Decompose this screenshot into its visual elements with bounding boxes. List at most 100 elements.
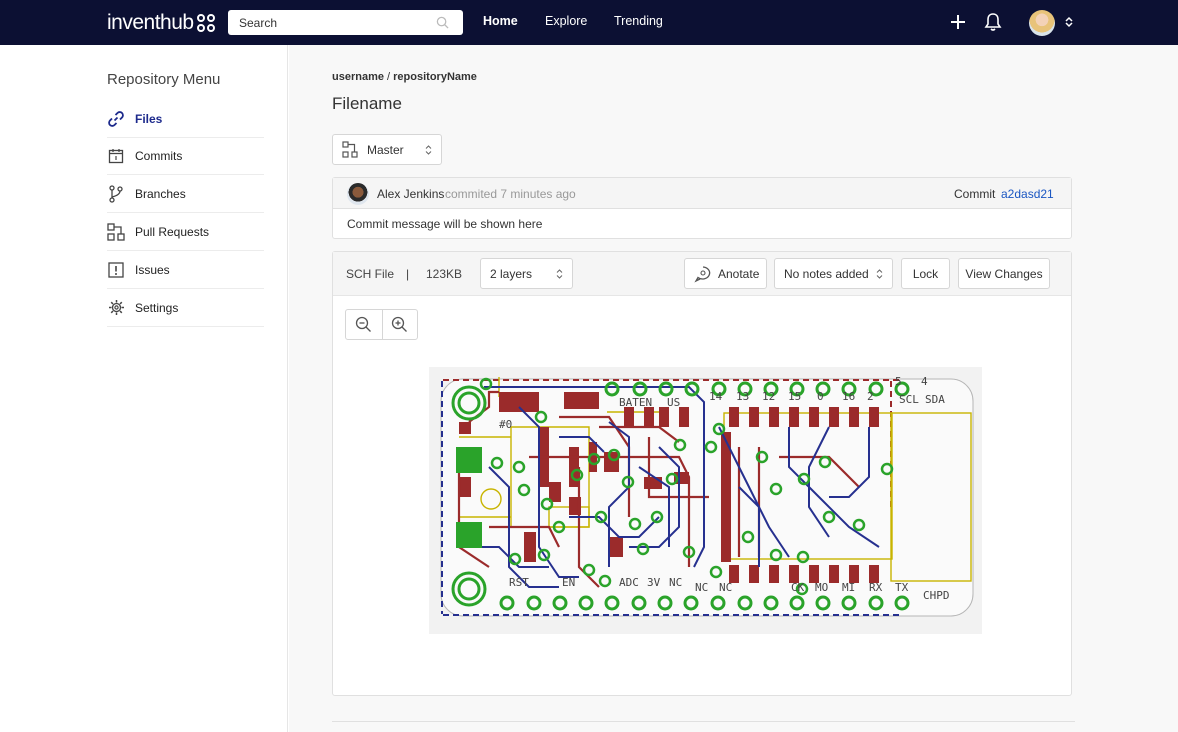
commit-info: Alex Jenkins commited 7 minutes ago Comm… xyxy=(332,177,1072,239)
caret-updown-icon xyxy=(425,145,432,155)
pcb-label-ck: CK xyxy=(791,581,805,594)
layers-label: 2 layers xyxy=(490,266,533,281)
search-box xyxy=(228,10,463,35)
notes-select[interactable]: No notes added xyxy=(774,258,893,289)
zoom-in-icon xyxy=(392,316,408,332)
notes-label: No notes added xyxy=(784,266,869,281)
zoom-in-button[interactable] xyxy=(381,310,418,339)
link-icon xyxy=(107,110,125,128)
pcb-label-0: 0 xyxy=(817,390,824,403)
branch-select[interactable]: Master xyxy=(332,134,442,165)
pcb-label-mi: MI xyxy=(842,581,855,594)
gear-icon xyxy=(107,299,125,317)
sidebar-item-commits[interactable]: Commits xyxy=(107,137,264,175)
sidebar-item-files[interactable]: Files xyxy=(107,100,264,138)
view-changes-label: View Changes xyxy=(965,266,1043,281)
commit-time: commited 7 minutes ago xyxy=(445,187,576,201)
logo-mark-icon xyxy=(196,14,215,32)
annotate-button[interactable]: Anotate xyxy=(684,258,767,289)
branch-label: Master xyxy=(367,142,404,157)
sidebar-item-label: Files xyxy=(135,111,163,126)
pcb-label-2: 2 xyxy=(867,390,874,403)
calendar-icon xyxy=(107,147,125,165)
pcb-label-nc2: NC xyxy=(695,581,708,594)
file-type: SCH File xyxy=(346,267,395,281)
sidebar-item-pull-requests[interactable]: Pull Requests xyxy=(107,213,264,251)
alert-icon xyxy=(107,261,125,279)
viewer-toolbar: SCH File | 123KB 2 layers Anotate No not… xyxy=(333,252,1071,296)
nav-link-home[interactable]: Home xyxy=(483,14,518,28)
commit-hash-link[interactable]: a2dasd21 xyxy=(1001,187,1054,201)
pcb-label-chpd: CHPD xyxy=(923,589,950,602)
bell-icon[interactable] xyxy=(984,12,1002,32)
view-changes-button[interactable]: View Changes xyxy=(958,258,1050,289)
pcb-label-scl: SCL xyxy=(899,393,919,406)
nav-link-explore[interactable]: Explore xyxy=(545,14,587,28)
lock-label: Lock xyxy=(912,266,939,281)
sidebar-title: Repository Menu xyxy=(107,71,221,88)
commit-header: Alex Jenkins commited 7 minutes ago Comm… xyxy=(333,178,1071,209)
avatar[interactable] xyxy=(347,183,369,205)
separator: | xyxy=(406,267,410,281)
pcb-schematic-image: #0 BATEN US 14 13 12 15 0 16 2 5 4 SCL S… xyxy=(429,367,982,634)
sidebar-item-label: Settings xyxy=(135,300,179,315)
svg-text:#0: #0 xyxy=(499,418,512,431)
sidebar-item-label: Pull Requests xyxy=(135,224,210,239)
pcb-label-15: 15 xyxy=(788,390,801,403)
pcb-label-3v: 3V xyxy=(647,576,661,589)
annotate-icon xyxy=(694,265,711,283)
pcb-label-mo: MO xyxy=(815,581,828,594)
pcb-label-en: EN xyxy=(562,576,575,589)
annotate-label: Anotate xyxy=(718,266,760,281)
commit-message: Commit message will be shown here xyxy=(347,217,543,231)
commit-author[interactable]: Alex Jenkins xyxy=(377,187,444,201)
layers-select[interactable]: 2 layers xyxy=(480,258,573,289)
caret-updown-icon xyxy=(556,269,563,279)
main-content: username / repositoryName Filename Maste… xyxy=(289,45,1178,732)
pcb-label-adc: ADC xyxy=(619,576,639,589)
pcb-label-baten: BATEN xyxy=(619,396,652,409)
sidebar: Repository Menu Files Commits Branches P… xyxy=(0,45,288,732)
pcb-label-14: 14 xyxy=(709,390,723,403)
search-icon[interactable] xyxy=(436,16,449,29)
zoom-controls xyxy=(345,309,418,340)
sidebar-item-branches[interactable]: Branches xyxy=(107,175,264,213)
pcb-label-12: 12 xyxy=(762,390,775,403)
pcb-label-nc3: NC xyxy=(719,581,732,594)
avatar[interactable] xyxy=(1029,10,1055,36)
zoom-out-button[interactable] xyxy=(346,310,382,339)
nav-link-trending[interactable]: Trending xyxy=(614,14,663,28)
sidebar-item-label: Branches xyxy=(135,186,186,201)
logo[interactable]: inventhub xyxy=(107,10,215,36)
pcb-label-us: US xyxy=(667,396,680,409)
breadcrumb: username / repositoryName xyxy=(332,71,477,83)
breadcrumb-repo[interactable]: repositoryName xyxy=(393,71,477,83)
sidebar-item-settings[interactable]: Settings xyxy=(107,289,264,327)
sidebar-item-label: Commits xyxy=(135,148,183,163)
top-navbar: inventhub Home Explore Trending xyxy=(0,0,1178,45)
pcb-label-13: 13 xyxy=(736,390,749,403)
pcb-label-tx: TX xyxy=(895,581,909,594)
commit-label: Commit xyxy=(954,187,996,201)
caret-updown-icon[interactable] xyxy=(1064,16,1074,28)
pcb-label-16: 16 xyxy=(842,390,855,403)
zoom-out-icon xyxy=(356,316,372,332)
pull-request-icon xyxy=(342,141,358,158)
file-viewer: SCH File | 123KB 2 layers Anotate No not… xyxy=(332,251,1072,696)
sidebar-item-issues[interactable]: Issues xyxy=(107,251,264,289)
breadcrumb-separator: / xyxy=(383,71,394,83)
divider xyxy=(332,721,1075,722)
plus-icon[interactable] xyxy=(949,13,967,31)
page-title: Filename xyxy=(332,94,402,113)
pcb-label-rx: RX xyxy=(869,581,883,594)
logo-text: inventhub xyxy=(107,11,194,34)
pcb-label-sda: SDA xyxy=(925,393,945,406)
lock-button[interactable]: Lock xyxy=(901,258,950,289)
search-input[interactable] xyxy=(228,10,463,35)
caret-updown-icon xyxy=(876,269,883,279)
pcb-label-nc1: NC xyxy=(669,576,682,589)
pcb-label-5: 5 xyxy=(895,375,902,388)
pcb-label-rst: RST xyxy=(509,576,529,589)
breadcrumb-user[interactable]: username xyxy=(332,71,384,83)
file-size: 123KB xyxy=(426,267,463,281)
